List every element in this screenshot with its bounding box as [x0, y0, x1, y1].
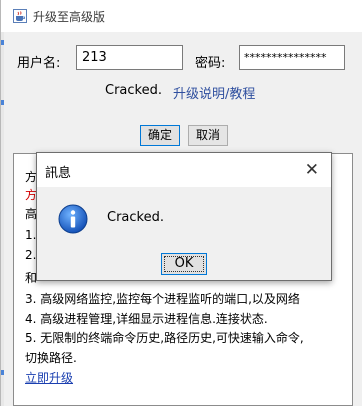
upgrade-now-link[interactable]: 立即升级	[25, 369, 73, 386]
close-icon[interactable]: ✕	[305, 160, 319, 180]
info-icon	[58, 204, 88, 234]
username-label: 用户名:	[17, 56, 61, 71]
info-line: 2.	[25, 248, 37, 262]
info-line: 1.	[25, 228, 37, 242]
dialog-title-bar: 訊息 ✕	[37, 153, 331, 187]
dialog-title: 訊息	[45, 166, 72, 181]
info-line: 3. 高级网络监控,监控每个进程监听的端口,以及网络	[25, 292, 300, 306]
info-line: 5. 无限制的终端命令历史,路径历史,可快速输入命令,	[25, 331, 304, 345]
java-cup-icon	[13, 9, 27, 23]
title-bar: 升级至高级版	[1, 0, 362, 32]
dialog-message: Cracked.	[107, 210, 164, 225]
dialog-ok-button[interactable]: OK	[161, 253, 207, 275]
cancel-button[interactable]: 取消	[188, 125, 228, 146]
confirm-button[interactable]: 确定	[140, 125, 180, 146]
side-marker	[1, 370, 4, 375]
upgrade-window: 升级至高级版 用户名: 213 密码: *************** Crac…	[0, 0, 362, 406]
window-left-edge	[1, 32, 4, 406]
help-link[interactable]: 升级说明/教程	[173, 83, 255, 102]
password-input[interactable]: ***************	[239, 45, 345, 70]
status-text: Cracked.	[105, 83, 162, 98]
window-title: 升级至高级版	[33, 10, 106, 24]
username-input[interactable]: 213	[76, 45, 183, 70]
side-marker	[1, 100, 4, 105]
side-marker	[1, 40, 4, 45]
password-label: 密码:	[195, 56, 226, 71]
message-dialog: 訊息 ✕ Cracked. OK	[36, 152, 332, 281]
ok-label: OK	[174, 256, 194, 271]
info-line: 切换路径.	[25, 351, 77, 365]
info-line: 4. 高级进程管理,详细显示进程信息.连接状态.	[25, 312, 268, 326]
